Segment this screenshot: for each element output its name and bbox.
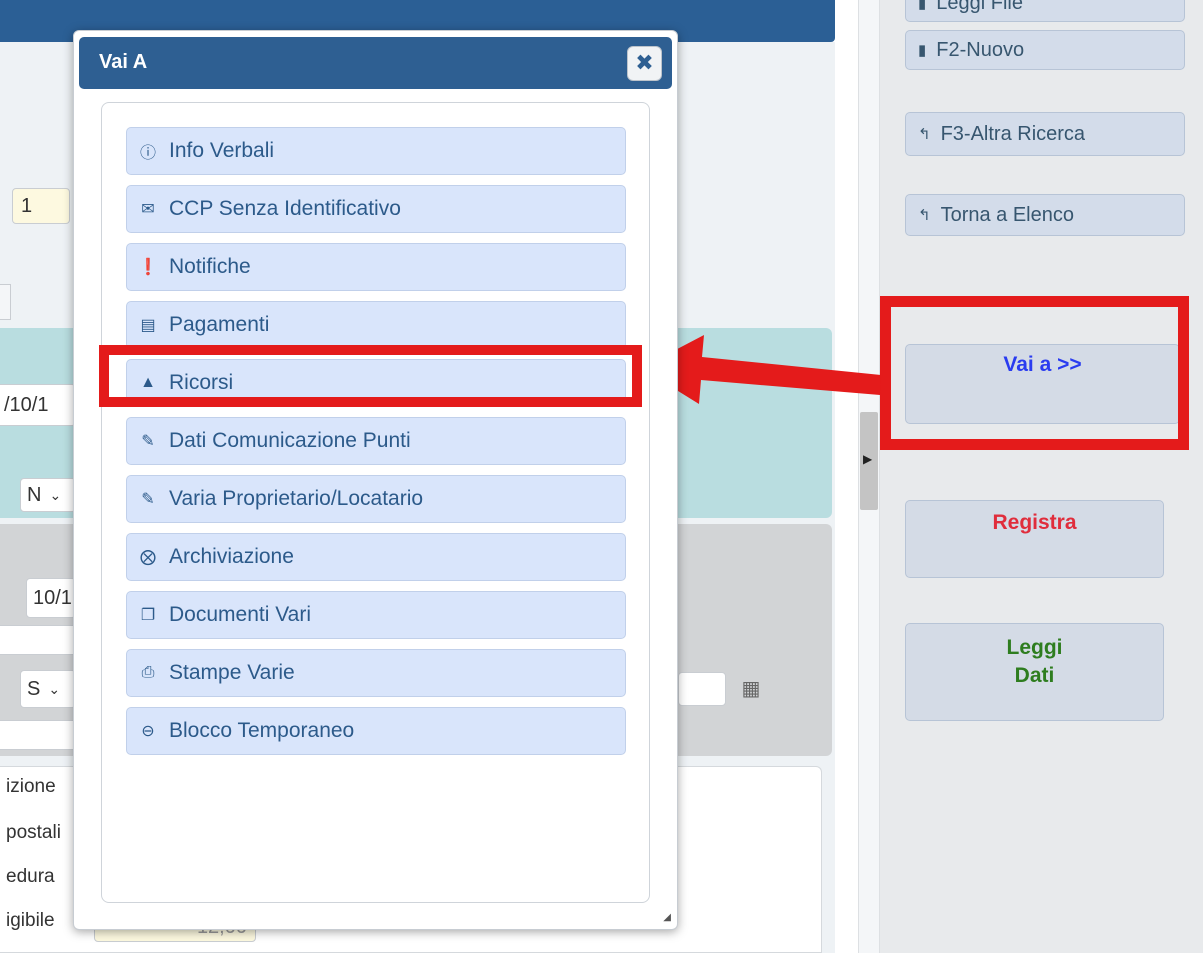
date-field-1[interactable]: /10/1 (0, 384, 76, 426)
caret-right-icon: ▶ (863, 452, 873, 466)
registra-label: Registra (992, 511, 1077, 534)
date-field-1-value: /10/1 (4, 393, 49, 416)
menu-item-label: Dati Comunicazione Punti (169, 429, 411, 452)
close-icon[interactable]: ✖ (627, 46, 662, 81)
menu-item-varia-proprietario[interactable]: ✎ Varia Proprietario/Locatario (126, 475, 626, 523)
file-icon: ▮ (918, 0, 927, 12)
minus-circle-icon: ⊖ (141, 723, 155, 740)
menu-item-notifiche[interactable]: ❗ Notifiche (126, 243, 626, 291)
menu-item-stampe-varie[interactable]: ⎙ Stampe Varie (126, 649, 626, 697)
times-circle-icon: ⨂ (140, 549, 156, 566)
menu-item-label: Archiviazione (169, 545, 294, 568)
leggi-file-button[interactable]: ▮ Leggi File (905, 0, 1185, 22)
resize-grip-icon[interactable]: ◢ (663, 912, 671, 923)
chevron-down-icon: ⌄ (49, 486, 62, 503)
torna-a-elenco-label: Torna a Elenco (940, 203, 1074, 226)
number-field[interactable]: 1 (12, 188, 70, 224)
menu-item-documenti-vari[interactable]: ❐ Documenti Vari (126, 591, 626, 639)
select-field-1-value: N (27, 483, 42, 506)
date-field-2-value: 10/1 (33, 586, 72, 609)
menu-item-label: Notifiche (169, 255, 251, 278)
date-input[interactable] (678, 672, 726, 706)
label-1: izione (6, 776, 56, 797)
empty-field-2[interactable] (0, 720, 76, 750)
torna-a-elenco-button[interactable]: ↰ Torna a Elenco (905, 194, 1185, 236)
menu-item-label: Blocco Temporaneo (169, 719, 355, 742)
menu-item-label: Pagamenti (169, 313, 270, 336)
calendar-icon[interactable]: ▦ (738, 676, 764, 700)
pencil-icon: ✎ (141, 491, 155, 508)
info-circle-icon: ⓘ (139, 145, 156, 162)
menu-item-ccp-senza-identificativo[interactable]: ✉ CCP Senza Identificativo (126, 185, 626, 233)
label-3: edura (6, 866, 55, 887)
leggi-dati-label-line2: Dati (1014, 664, 1055, 687)
menu-item-label: Info Verbali (169, 139, 275, 162)
modal-title-bar[interactable]: Vai A ✖ (79, 37, 672, 89)
label-4: igibile (6, 910, 55, 931)
reply-icon: ↰ (918, 126, 931, 143)
leggi-file-label: Leggi File (936, 0, 1023, 14)
leggi-dati-label-line1: Leggi (1006, 636, 1063, 659)
f3-altra-ricerca-label: F3-Altra Ricerca (940, 122, 1086, 145)
select-field-2[interactable]: S ⌄ (20, 670, 76, 708)
vai-a-modal: Vai A ✖ ⓘ Info Verbali ✉ CCP Senza Ident… (73, 30, 678, 930)
pencil-icon: ✎ (141, 433, 155, 450)
collapse-handle[interactable]: ▶ (860, 412, 878, 510)
reply-icon: ↰ (918, 207, 931, 224)
number-field-value: 1 (21, 194, 33, 217)
f2-nuovo-label: F2-Nuovo (936, 38, 1025, 61)
f2-nuovo-button[interactable]: ▮ F2-Nuovo (905, 30, 1185, 70)
date-field-2[interactable]: 10/1 (26, 578, 76, 618)
menu-item-label: Documenti Vari (169, 603, 311, 626)
menu-item-label: CCP Senza Identificativo (169, 197, 401, 220)
chevron-down-icon: ⌄ (48, 680, 61, 697)
print-icon: ⎙ (141, 664, 155, 681)
copy-icon: ❐ (140, 607, 156, 624)
left-tab[interactable] (0, 284, 11, 320)
select-field-2-value: S (27, 677, 41, 700)
select-field-1[interactable]: N ⌄ (20, 478, 76, 512)
menu-item-info-verbali[interactable]: ⓘ Info Verbali (126, 127, 626, 175)
file-icon: ▮ (918, 42, 927, 59)
menu-item-pagamenti[interactable]: ▤ Pagamenti (126, 301, 626, 349)
menu-item-dati-comunicazione-punti[interactable]: ✎ Dati Comunicazione Punti (126, 417, 626, 465)
registra-button[interactable]: Registra (905, 500, 1164, 578)
modal-body: ⓘ Info Verbali ✉ CCP Senza Identificativ… (101, 102, 650, 903)
annotation-box-ricorsi (99, 345, 642, 407)
menu-item-archiviazione[interactable]: ⨂ Archiviazione (126, 533, 626, 581)
empty-field[interactable] (0, 625, 76, 655)
menu-item-blocco-temporaneo[interactable]: ⊖ Blocco Temporaneo (126, 707, 626, 755)
f3-altra-ricerca-button[interactable]: ↰ F3-Altra Ricerca (905, 112, 1185, 156)
leggi-dati-button[interactable]: Leggi Dati (905, 623, 1164, 721)
menu-item-label: Stampe Varie (169, 661, 295, 684)
label-2: postali (6, 822, 61, 843)
menu-item-label: Varia Proprietario/Locatario (169, 487, 424, 510)
annotation-box-vai-a (880, 296, 1189, 450)
envelope-icon: ✉ (141, 201, 155, 218)
exclamation-circle-icon: ❗ (138, 259, 158, 276)
inbox-icon: ▤ (140, 317, 156, 334)
modal-title: Vai A (99, 51, 148, 73)
